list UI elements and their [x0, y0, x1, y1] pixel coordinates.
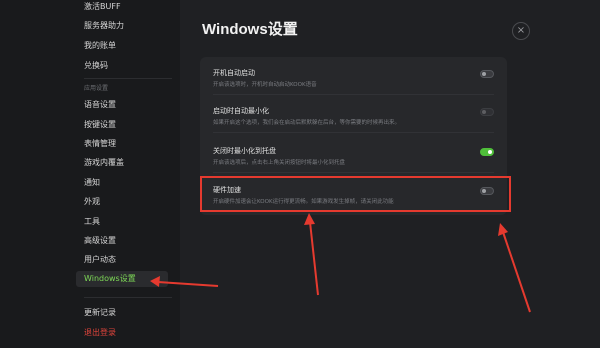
arrow-to-highlight-right [502, 231, 531, 313]
arrow-to-highlight-left [309, 221, 319, 296]
arrow-to-windows-settings [157, 281, 219, 287]
annotation-arrows [150, 213, 531, 313]
